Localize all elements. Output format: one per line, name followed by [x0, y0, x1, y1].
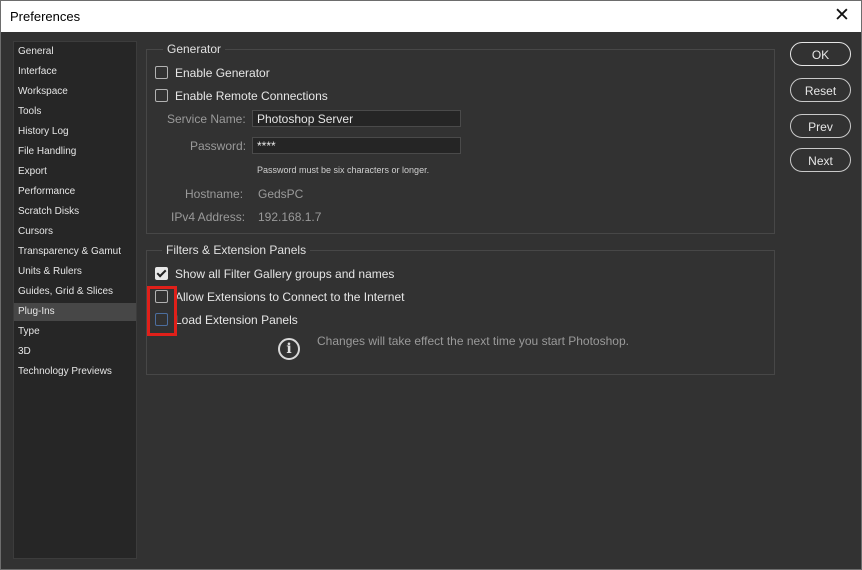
prev-button[interactable]: Prev — [790, 114, 851, 138]
next-button[interactable]: Next — [790, 148, 851, 172]
sidebar-item-workspace[interactable]: Workspace — [14, 83, 136, 101]
ipv4-value: 192.168.1.7 — [258, 210, 322, 224]
sidebar-item-cursors[interactable]: Cursors — [14, 223, 136, 241]
window-title: Preferences — [10, 9, 81, 24]
sidebar-item-type[interactable]: Type — [14, 323, 136, 341]
sidebar-item-tools[interactable]: Tools — [14, 103, 136, 121]
reset-button[interactable]: Reset — [790, 78, 851, 102]
enable-remote-checkbox[interactable] — [155, 89, 168, 102]
enable-generator-checkbox[interactable] — [155, 66, 168, 79]
highlight-box — [147, 286, 177, 336]
show-all-filter-label: Show all Filter Gallery groups and names — [175, 267, 395, 281]
hostname-label: Hostname: — [185, 187, 244, 201]
allow-extensions-label: Allow Extensions to Connect to the Inter… — [175, 290, 405, 304]
filters-title: Filters & Extension Panels — [162, 243, 311, 257]
info-icon: i — [278, 338, 300, 360]
sidebar-item-guides-grid-slices[interactable]: Guides, Grid & Slices — [14, 283, 136, 301]
sidebar-item-history-log[interactable]: History Log — [14, 123, 136, 141]
sidebar: General Interface Workspace Tools Histor… — [13, 41, 137, 559]
sidebar-item-technology-previews[interactable]: Technology Previews — [14, 363, 136, 381]
hostname-value: GedsPC — [258, 187, 304, 201]
sidebar-item-performance[interactable]: Performance — [14, 183, 136, 201]
title-bar: Preferences ✕ — [1, 1, 861, 32]
generator-title: Generator — [163, 42, 226, 56]
sidebar-item-plug-ins[interactable]: Plug-Ins — [14, 303, 136, 321]
enable-remote-label: Enable Remote Connections — [175, 89, 328, 103]
password-note: Password must be six characters or longe… — [257, 165, 430, 175]
ok-button[interactable]: OK — [790, 42, 851, 66]
sidebar-item-scratch-disks[interactable]: Scratch Disks — [14, 203, 136, 221]
info-message: Changes will take effect the next time y… — [317, 334, 629, 348]
show-all-filter-checkbox[interactable] — [155, 267, 168, 280]
sidebar-item-export[interactable]: Export — [14, 163, 136, 181]
sidebar-item-general[interactable]: General — [14, 43, 136, 61]
sidebar-item-file-handling[interactable]: File Handling — [14, 143, 136, 161]
password-label: Password: — [190, 139, 247, 153]
password-field[interactable]: **** — [252, 137, 461, 154]
sidebar-item-units-rulers[interactable]: Units & Rulers — [14, 263, 136, 281]
sidebar-item-interface[interactable]: Interface — [14, 63, 136, 81]
service-name-field[interactable]: Photoshop Server — [252, 110, 461, 127]
sidebar-item-3d[interactable]: 3D — [14, 343, 136, 361]
enable-generator-label: Enable Generator — [175, 66, 270, 80]
preferences-dialog: Preferences ✕ General Interface Workspac… — [0, 0, 862, 570]
close-icon[interactable]: ✕ — [831, 5, 853, 27]
service-name-label: Service Name: — [167, 112, 246, 126]
ipv4-label: IPv4 Address: — [171, 210, 246, 224]
sidebar-item-transparency-gamut[interactable]: Transparency & Gamut — [14, 243, 136, 261]
load-extension-panels-label: Load Extension Panels — [175, 313, 298, 327]
